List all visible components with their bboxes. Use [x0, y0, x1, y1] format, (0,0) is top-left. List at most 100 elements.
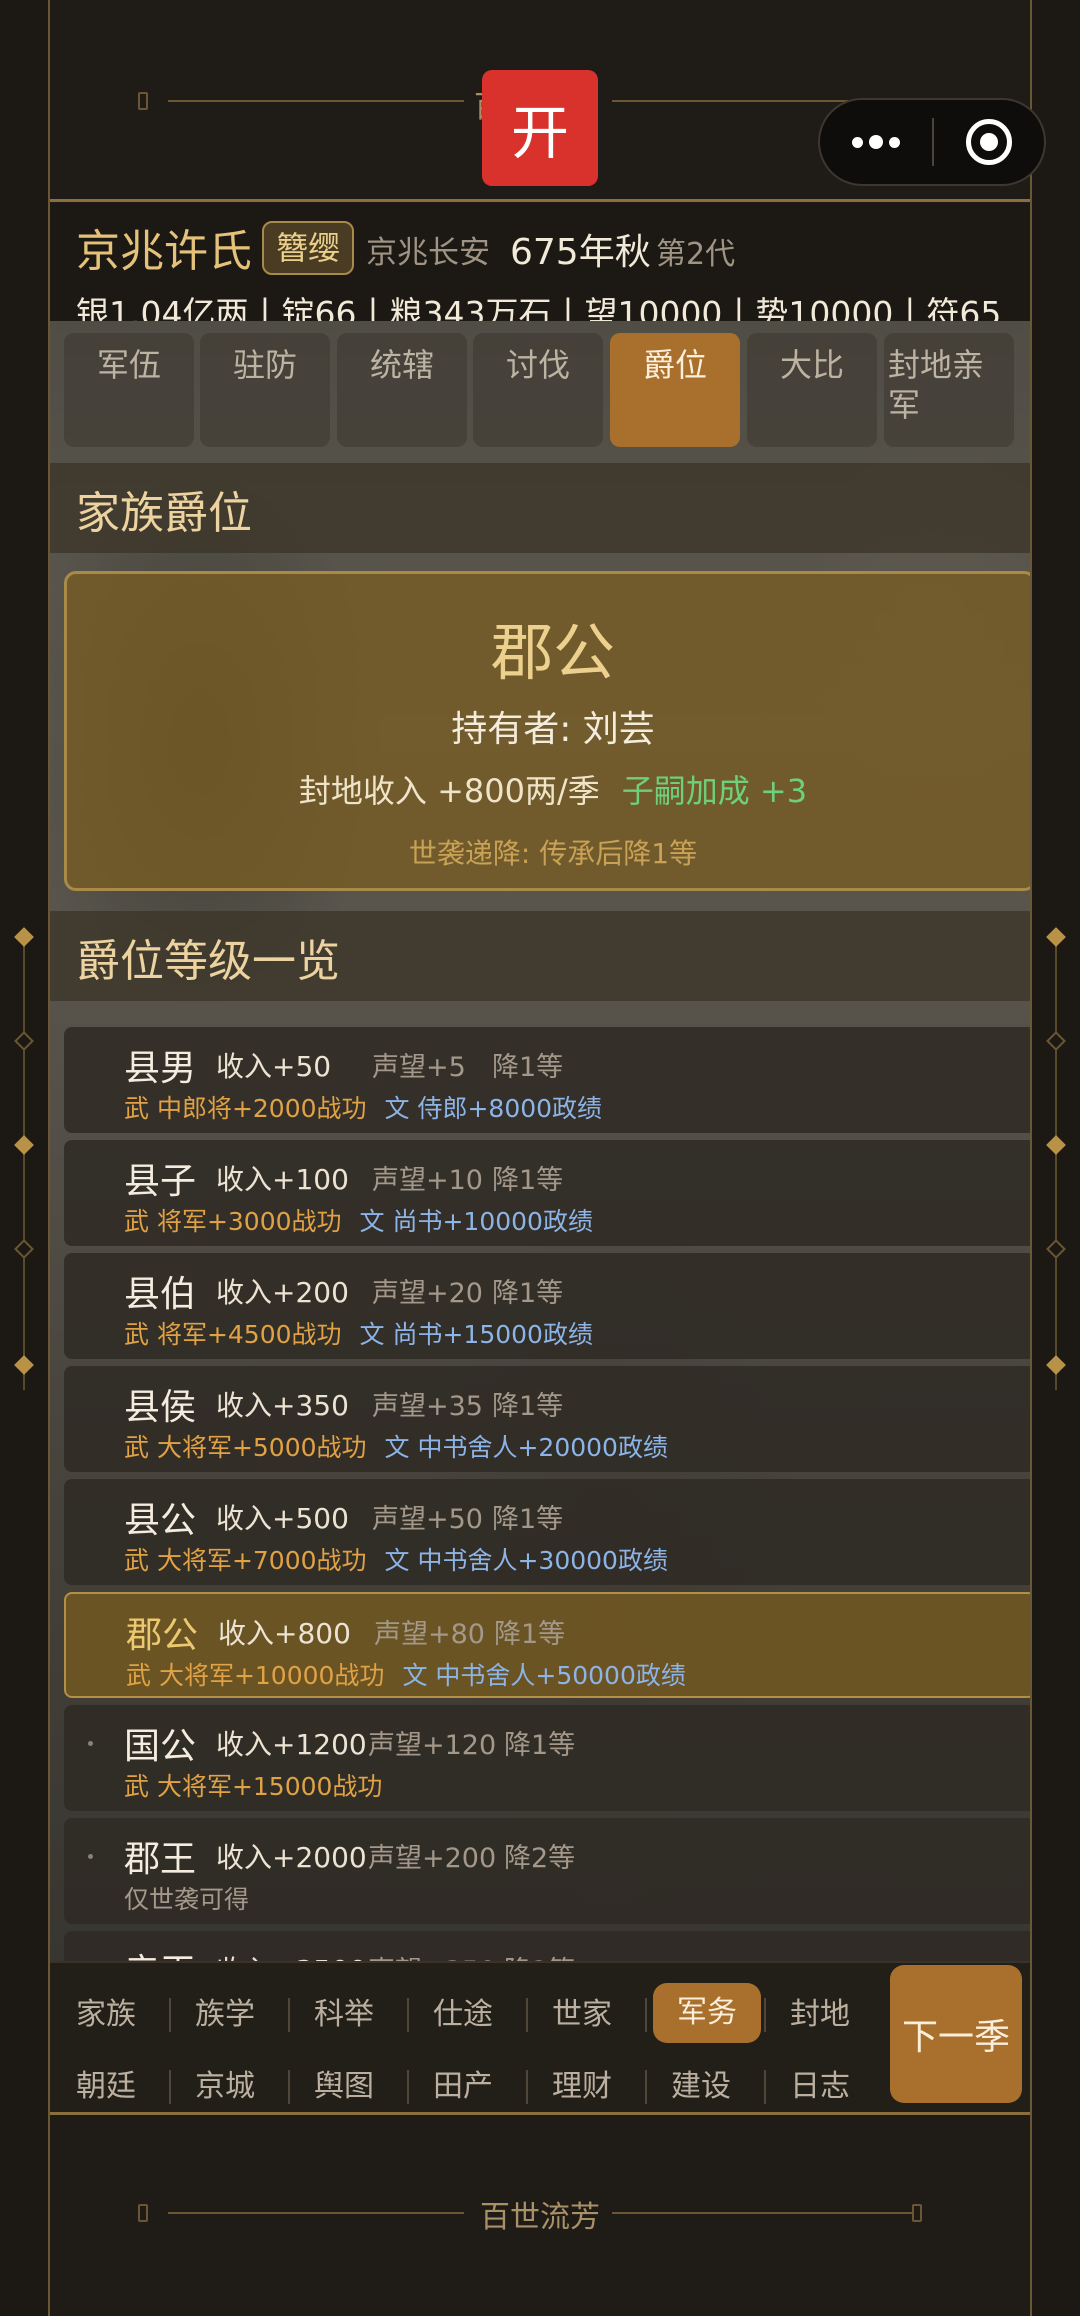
mini-program-capsule [818, 98, 1046, 186]
rank-row[interactable]: 县男 收入+50 声望+5 降1等 武 中郎将+2000战功文 侍郎+8000政… [64, 1027, 1030, 1133]
rank-decay: 降1等 [492, 1165, 564, 1196]
rank-military-requirement: 武 大将军+5000战功 [124, 1433, 367, 1462]
rank-civil-requirement: 文 尚书+15000政绩 [359, 1320, 593, 1349]
nav-estate[interactable]: 田产 [409, 2057, 517, 2117]
tab-command[interactable]: 统辖 [337, 333, 467, 447]
rank-row[interactable]: 郡王 收入+2000 声望+200 降2等 仅世袭可得 [64, 1818, 1030, 1924]
nav-map[interactable]: 舆图 [290, 2057, 398, 2117]
rank-income: 收入+50 [216, 1050, 332, 1083]
tab-tournament[interactable]: 大比 [747, 333, 877, 447]
tab-army[interactable]: 军伍 [64, 333, 194, 447]
rank-reputation: 声望+10 [372, 1165, 483, 1196]
rank-row[interactable]: 县公 收入+500 声望+50 降1等 武 大将军+7000战功文 中书舍人+3… [64, 1479, 1030, 1585]
rank-decay: 降2等 [504, 1843, 576, 1874]
family-name: 京兆许氏 [76, 226, 252, 277]
rank-decay: 降1等 [492, 1052, 564, 1083]
rank-row-current[interactable]: 郡公 收入+800 声望+80 降1等 武 大将军+10000战功文 中书舍人+… [64, 1592, 1030, 1698]
nav-military[interactable]: 军务 [653, 1983, 761, 2043]
rank-decay: 降1等 [492, 1278, 564, 1309]
family-place: 京兆长安 [366, 235, 490, 271]
rank-military-requirement: 武 大将军+15000战功 [124, 1772, 383, 1801]
nav-clans[interactable]: 世家 [528, 1985, 636, 2045]
rank-civil-requirement: 文 侍郎+8000政绩 [384, 1094, 603, 1123]
rank-name: 县伯 [124, 1274, 197, 1315]
rank-reputation: 声望+20 [372, 1278, 483, 1309]
header-rule-cap-left [138, 92, 148, 110]
tab-fief-guard[interactable]: 封地亲军 [884, 333, 1014, 447]
military-tabs: 军伍 驻防 统辖 讨伐 爵位 大比 封地亲军 [50, 333, 1030, 453]
bottom-navigation: 家族 族学 科举 仕途 世家 军务 封地 朝廷 京城 舆图 田产 理财 建设 日… [50, 1961, 1030, 2115]
nav-fief[interactable]: 封地 [766, 1985, 874, 2045]
nav-career[interactable]: 仕途 [409, 1985, 517, 2045]
right-ornament [1046, 927, 1066, 1390]
next-season-button[interactable]: 下一季 [890, 1965, 1022, 2103]
rank-name: 县侯 [124, 1387, 197, 1428]
rank-civil-requirement: 文 中书舍人+20000政绩 [384, 1433, 668, 1462]
rank-row[interactable]: 亲王 收入+3500 声望+350 降2等 [64, 1931, 1030, 1961]
rank-row[interactable]: 国公 收入+1200 声望+120 降1等 武 大将军+15000战功 [64, 1705, 1030, 1811]
rank-income: 收入+2000 [216, 1841, 367, 1874]
nav-court[interactable]: 朝廷 [52, 2057, 160, 2117]
rank-income: 收入+3500 [216, 1949, 367, 1961]
rank-row[interactable]: 县侯 收入+350 声望+35 降1等 武 大将军+5000战功文 中书舍人+2… [64, 1366, 1030, 1472]
main-content[interactable]: 军伍 驻防 统辖 讨伐 爵位 大比 封地亲军 家族爵位 郡公 持有者: 刘芸 封… [50, 321, 1030, 1961]
current-title-card: 郡公 持有者: 刘芸 封地收入 +800两/季 子嗣加成 +3 世袭递降: 传承后… [64, 571, 1030, 891]
rank-decay: 降1等 [494, 1619, 566, 1650]
nav-finance[interactable]: 理财 [528, 2057, 636, 2117]
rank-income: 收入+1200 [216, 1728, 367, 1761]
open-button[interactable]: 开 [482, 70, 598, 186]
locked-dot [88, 1854, 93, 1859]
nav-capital[interactable]: 京城 [171, 2057, 279, 2117]
rank-reputation: 声望+50 [372, 1504, 483, 1535]
rank-row[interactable]: 县伯 收入+200 声望+20 降1等 武 将军+4500战功文 尚书+1500… [64, 1253, 1030, 1359]
family-title-heading-bar: 家族爵位 [50, 463, 1030, 553]
family-rank-badge: 簪缨 [262, 221, 355, 275]
rank-reputation: 声望+35 [372, 1391, 483, 1422]
footer-brand: 百世流芳 [480, 2200, 600, 2235]
rank-inherit-note: 仅世袭可得 [124, 1885, 250, 1914]
nav-family[interactable]: 家族 [52, 1985, 160, 2045]
rank-name: 郡王 [124, 1839, 197, 1880]
rank-civil-requirement: 文 中书舍人+50000政绩 [402, 1661, 686, 1690]
rank-income: 收入+500 [216, 1502, 349, 1535]
nav-log[interactable]: 日志 [766, 2057, 874, 2117]
close-target-icon[interactable] [934, 119, 1044, 165]
tab-garrison[interactable]: 驻防 [200, 333, 330, 447]
rank-reputation: 声望+200 [368, 1843, 497, 1874]
rank-name: 郡公 [126, 1615, 199, 1656]
locked-dot [88, 1741, 93, 1746]
rank-reputation: 声望+350 [368, 1949, 496, 1961]
header-divider [50, 199, 1030, 202]
rank-reputation: 声望+120 [368, 1730, 497, 1761]
current-title: 郡公 [490, 616, 615, 689]
title-income-line: 封地收入 +800两/季 子嗣加成 +3 [67, 766, 1030, 812]
rank-military-requirement: 武 大将军+7000战功 [124, 1546, 367, 1575]
tab-campaign[interactable]: 讨伐 [473, 333, 603, 447]
rank-list-heading: 爵位等级一览 [76, 936, 340, 987]
family-info-bar: 京兆许氏 簪缨 京兆长安 675年秋 第2代 银1.04亿两丨锭66丨粮343万… [50, 203, 1030, 333]
rank-military-requirement: 武 将军+3000战功 [124, 1207, 342, 1236]
rank-civil-requirement: 文 中书舍人+30000政绩 [384, 1546, 668, 1575]
rank-decay: 降1等 [492, 1391, 564, 1422]
family-title-heading: 家族爵位 [76, 488, 252, 539]
rank-name: 县子 [124, 1161, 197, 1202]
rank-income: 收入+350 [216, 1389, 349, 1422]
rank-civil-requirement: 文 尚书+10000政绩 [359, 1207, 593, 1236]
rank-decay: 降1等 [504, 1730, 576, 1761]
rank-name: 亲王 [124, 1943, 196, 1961]
rank-name: 县男 [124, 1048, 197, 1089]
tab-nobility[interactable]: 爵位 [610, 333, 740, 447]
nav-clan-school[interactable]: 族学 [171, 1985, 279, 2045]
rank-name: 国公 [124, 1726, 197, 1767]
title-decay-rule: 世袭递降: 传承后降1等 [408, 837, 698, 870]
rank-military-requirement: 武 大将军+10000战功 [126, 1661, 385, 1690]
nav-exam[interactable]: 科举 [290, 1985, 398, 2045]
rank-military-requirement: 武 中郎将+2000战功 [124, 1094, 367, 1123]
nav-construction[interactable]: 建设 [647, 2057, 755, 2117]
rank-income: 收入+200 [216, 1276, 349, 1309]
rank-row[interactable]: 县子 收入+100 声望+10 降1等 武 将军+3000战功文 尚书+1000… [64, 1140, 1030, 1246]
rank-military-requirement: 武 将军+4500战功 [124, 1320, 342, 1349]
header-rule-left [168, 100, 464, 102]
more-menu-icon[interactable] [820, 100, 932, 184]
rank-reputation: 声望+5 [372, 1052, 466, 1083]
